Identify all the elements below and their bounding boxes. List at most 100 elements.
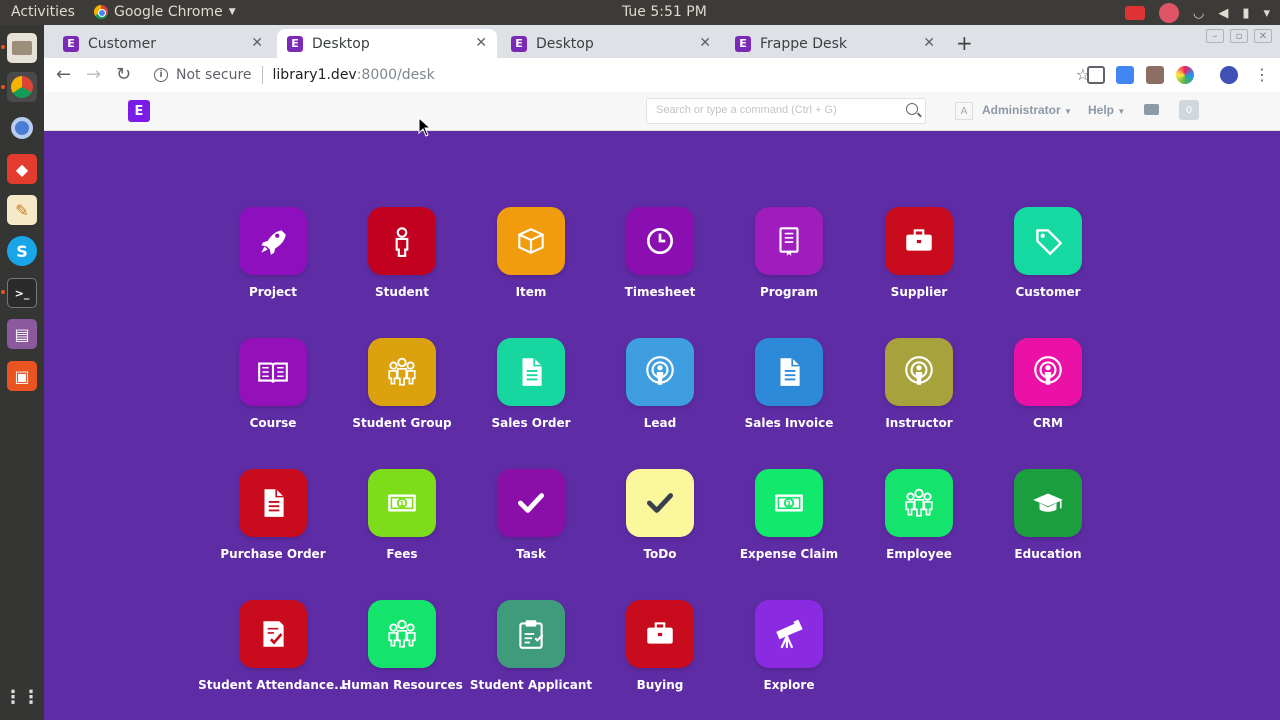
close-tab-icon[interactable]: ✕ [475, 35, 487, 51]
profile-extension-icon[interactable] [1220, 66, 1238, 84]
app-menu[interactable]: Google Chrome ▼ [94, 4, 236, 20]
module-icon-box[interactable] [497, 338, 565, 406]
color-picker-extension-icon[interactable] [1176, 66, 1194, 84]
module-icon-box[interactable] [368, 207, 436, 275]
module-tile-instructor[interactable]: Instructor [844, 338, 994, 430]
module-label[interactable]: Supplier [844, 285, 994, 299]
module-icon-box[interactable] [239, 600, 307, 668]
module-icon-box[interactable] [1014, 207, 1082, 275]
chat-icon[interactable] [1144, 104, 1159, 115]
module-tile-crm[interactable]: CRM [973, 338, 1123, 430]
module-label[interactable]: Program [714, 285, 864, 299]
module-label[interactable]: Task [456, 547, 606, 561]
module-tile-human-resources[interactable]: Human Resources [327, 600, 477, 692]
close-window-button[interactable]: ✕ [1254, 29, 1272, 43]
module-label[interactable]: Sales Order [456, 416, 606, 430]
software-center-icon[interactable]: ▣ [7, 361, 37, 391]
tab-frappe-desk[interactable]: E Frappe Desk ✕ [725, 29, 945, 58]
close-tab-icon[interactable]: ✕ [923, 35, 935, 51]
module-icon-box[interactable] [239, 207, 307, 275]
module-icon-box[interactable] [1014, 338, 1082, 406]
new-tab-button[interactable]: + [956, 31, 973, 55]
awesomebar-search[interactable]: Search or type a command (Ctrl + G) [646, 98, 926, 124]
module-tile-item[interactable]: Item [456, 207, 606, 299]
record-icon[interactable] [1124, 6, 1145, 20]
tab-customer[interactable]: E Customer ✕ [53, 29, 273, 58]
info-icon[interactable]: i [154, 68, 168, 82]
module-label[interactable]: Buying [585, 678, 735, 692]
module-icon-box[interactable] [626, 600, 694, 668]
module-tile-sales-invoice[interactable]: Sales Invoice [714, 338, 864, 430]
module-icon-box[interactable] [626, 207, 694, 275]
module-icon-box[interactable] [626, 469, 694, 537]
module-tile-project[interactable]: Project [198, 207, 348, 299]
anydesk-icon[interactable]: ◆ [7, 154, 37, 184]
module-icon-box[interactable] [885, 207, 953, 275]
module-tile-student-attendance[interactable]: Student Attendance... [198, 600, 348, 692]
module-icon-box[interactable] [497, 600, 565, 668]
terminal-icon[interactable]: >_ [7, 278, 37, 308]
module-label[interactable]: Employee [844, 547, 994, 561]
close-tab-icon[interactable]: ✕ [699, 35, 711, 51]
module-tile-todo[interactable]: ToDo [585, 469, 735, 561]
files-icon[interactable] [7, 33, 37, 63]
module-label[interactable]: Lead [585, 416, 735, 430]
module-icon-box[interactable]: 1 [755, 469, 823, 537]
chrome-menu-icon[interactable]: ⋮ [1254, 65, 1270, 84]
module-icon-box[interactable] [497, 469, 565, 537]
module-icon-box[interactable] [368, 600, 436, 668]
close-tab-icon[interactable]: ✕ [251, 35, 263, 51]
module-label[interactable]: Sales Invoice [714, 416, 864, 430]
module-tile-lead[interactable]: Lead [585, 338, 735, 430]
module-label[interactable]: Timesheet [585, 285, 735, 299]
module-label[interactable]: Student Group [327, 416, 477, 430]
module-tile-course[interactable]: Course [198, 338, 348, 430]
reload-button[interactable]: ↻ [116, 64, 131, 85]
module-label[interactable]: CRM [973, 416, 1123, 430]
module-icon-box[interactable] [755, 338, 823, 406]
extension-icon[interactable] [1146, 66, 1164, 84]
screenshot-extension-icon[interactable] [1087, 66, 1105, 84]
module-icon-box[interactable] [497, 207, 565, 275]
text-editor-icon[interactable]: ✎ [7, 195, 37, 225]
module-tile-purchase-order[interactable]: Purchase Order [198, 469, 348, 561]
address-bar[interactable]: i Not secure library1.dev:8000/desk ☆ [146, 61, 1090, 89]
module-label[interactable]: Purchase Order [198, 547, 348, 561]
module-label[interactable]: Course [198, 416, 348, 430]
module-tile-program[interactable]: Program [714, 207, 864, 299]
module-icon-box[interactable] [239, 338, 307, 406]
module-tile-fees[interactable]: 1 Fees [327, 469, 477, 561]
module-tile-customer[interactable]: Customer [973, 207, 1123, 299]
module-label[interactable]: Student Applicant [456, 678, 606, 692]
module-icon-box[interactable] [755, 600, 823, 668]
forward-button[interactable]: → [86, 64, 101, 85]
chrome-dock-icon[interactable] [7, 72, 37, 102]
module-tile-student-group[interactable]: Student Group [327, 338, 477, 430]
module-label[interactable]: Expense Claim [714, 547, 864, 561]
user-avatar[interactable]: A [955, 102, 973, 120]
skype-icon[interactable]: S [7, 236, 37, 266]
module-tile-student-applicant[interactable]: Student Applicant [456, 600, 606, 692]
module-icon-box[interactable] [239, 469, 307, 537]
module-tile-task[interactable]: Task [456, 469, 606, 561]
module-label[interactable]: Project [198, 285, 348, 299]
minimize-button[interactable]: – [1206, 29, 1224, 43]
module-tile-explore[interactable]: Explore [714, 600, 864, 692]
module-label[interactable]: ToDo [585, 547, 735, 561]
module-label[interactable]: Item [456, 285, 606, 299]
module-label[interactable]: Customer [973, 285, 1123, 299]
system-tray[interactable]: ◡ ◀ ▮ ▾ [1124, 3, 1270, 23]
back-button[interactable]: ← [56, 64, 71, 85]
module-tile-sales-order[interactable]: Sales Order [456, 338, 606, 430]
module-icon-box[interactable]: 1 [368, 469, 436, 537]
translate-extension-icon[interactable] [1116, 66, 1134, 84]
chromium-icon[interactable] [7, 113, 37, 143]
module-icon-box[interactable] [885, 469, 953, 537]
module-label[interactable]: Student [327, 285, 477, 299]
module-label[interactable]: Instructor [844, 416, 994, 430]
module-tile-expense-claim[interactable]: 1 Expense Claim [714, 469, 864, 561]
notification-count[interactable]: 0 [1179, 100, 1199, 120]
user-avatar-icon[interactable] [1158, 3, 1179, 23]
app-logo[interactable]: E [128, 100, 150, 122]
show-applications-icon[interactable]: ⋮⋮ [4, 682, 40, 712]
